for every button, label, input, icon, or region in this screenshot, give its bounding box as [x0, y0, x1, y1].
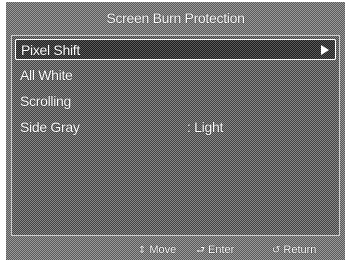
return-icon: ↺: [272, 245, 281, 256]
enter-icon: ⮐: [196, 245, 205, 256]
menu-panel: Pixel Shift All White Scrolling Side Gra…: [11, 35, 340, 236]
menu-item-pixel-shift[interactable]: Pixel Shift: [15, 39, 336, 60]
navigation-hints: ⇕ Move ⮐ Enter ↺ Return: [6, 240, 345, 260]
menu-item-all-white[interactable]: All White: [15, 65, 336, 86]
move-hint: ⇕ Move: [138, 240, 176, 261]
menu-item-scrolling[interactable]: Scrolling: [15, 91, 336, 112]
menu-item-side-gray[interactable]: Side Gray : Light: [15, 117, 336, 138]
menu-item-label: Side Gray: [20, 119, 80, 135]
enter-label: Enter: [208, 244, 235, 256]
menu-item-label: Scrolling: [20, 93, 71, 109]
enter-hint: ⮐ Enter: [196, 240, 234, 261]
return-hint: ↺ Return: [272, 240, 316, 261]
move-label: Move: [149, 244, 177, 256]
menu-item-value: : Light: [187, 119, 224, 135]
return-label: Return: [283, 244, 317, 256]
submenu-arrow-icon: [321, 45, 329, 55]
menu-title: Screen Burn Protection: [106, 10, 245, 26]
menu-item-label: Pixel Shift: [21, 42, 80, 58]
updown-arrows-icon: ⇕: [138, 245, 147, 256]
osd-screen: Screen Burn Protection Pixel Shift All W…: [6, 2, 345, 260]
menu-item-label: All White: [20, 67, 73, 83]
